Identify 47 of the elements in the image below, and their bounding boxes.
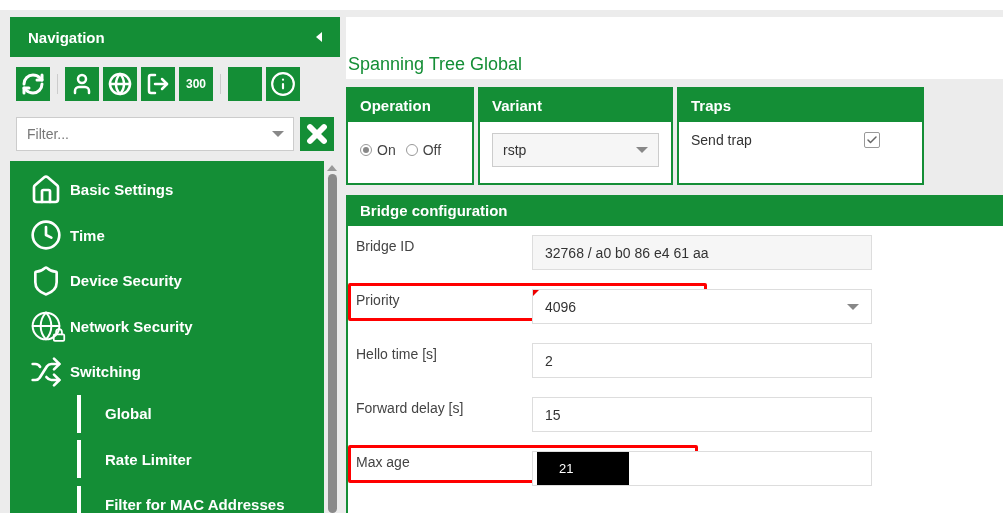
clock-icon: [30, 219, 62, 252]
field-label: Forward delay [s]: [355, 399, 465, 418]
field-label: Hello time [s]: [355, 345, 438, 364]
nav-item[interactable]: Device Security: [30, 258, 324, 304]
field-label: Priority: [355, 291, 401, 310]
panel-title: Operation: [360, 97, 431, 114]
filter-field[interactable]: Filter...: [16, 117, 294, 151]
readonly-field: 32768 / a0 b0 86 e4 61 aa: [532, 235, 872, 270]
input-field[interactable]: 15: [532, 397, 872, 432]
nav-item[interactable]: Basic Settings: [30, 167, 324, 213]
collapse-icon[interactable]: [316, 32, 322, 42]
timer-button[interactable]: 300: [179, 67, 213, 101]
scrollbar-thumb[interactable]: [327, 174, 337, 513]
clear-filter-button[interactable]: [300, 117, 334, 151]
field-label: Max age: [355, 453, 411, 472]
radio-option[interactable]: Off: [405, 141, 442, 158]
panel-title: Bridge configuration: [360, 202, 508, 219]
send-trap-checkbox[interactable]: [864, 132, 880, 148]
page-title: Spanning Tree Global: [348, 54, 523, 76]
refresh-button[interactable]: [16, 67, 50, 101]
navigation-title: Navigation: [28, 28, 105, 46]
masked-value: 21: [537, 452, 629, 485]
input-field[interactable]: 21: [532, 451, 872, 486]
nav-item[interactable]: Network Security: [30, 303, 324, 349]
exit-button[interactable]: [141, 67, 175, 101]
house-icon: [30, 173, 62, 206]
exit-icon: [146, 72, 170, 96]
scroll-up-icon[interactable]: [327, 165, 337, 171]
panel-title: Traps: [691, 97, 732, 114]
globe-button[interactable]: [103, 67, 137, 101]
send-trap-label: Send trap: [691, 132, 752, 148]
globe-icon: [108, 72, 132, 96]
priority-select[interactable]: 4096: [532, 289, 872, 324]
dropdown-caret-icon[interactable]: [272, 131, 284, 137]
radio-option[interactable]: On: [360, 141, 396, 158]
nav-item[interactable]: Switching: [30, 349, 324, 395]
info-icon: [270, 71, 296, 97]
user-button[interactable]: [65, 67, 99, 101]
refresh-icon: [21, 72, 45, 96]
variant-select[interactable]: rstp: [492, 132, 659, 167]
nav-item[interactable]: Time: [30, 212, 324, 258]
field-label: Bridge ID: [355, 237, 416, 256]
input-field[interactable]: 2: [532, 343, 872, 378]
panel-title: Variant: [492, 97, 543, 114]
shuffle-icon: [30, 355, 62, 388]
info-button[interactable]: [266, 67, 300, 101]
check-icon: [866, 134, 878, 146]
